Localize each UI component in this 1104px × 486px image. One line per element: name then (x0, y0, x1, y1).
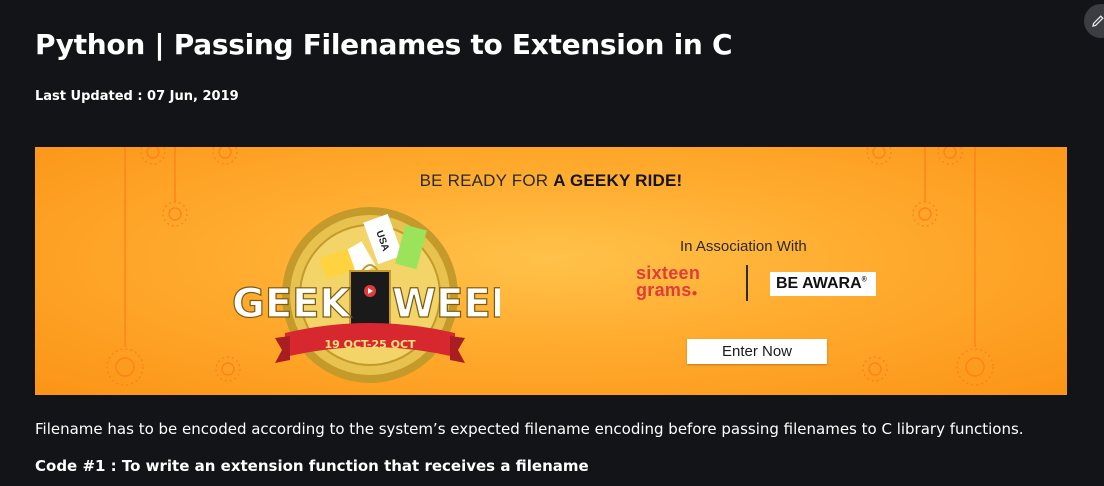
association-label: In Association With (680, 238, 807, 255)
svg-text:WEEK: WEEK (392, 281, 500, 327)
sponsor-divider (746, 265, 748, 301)
sixteen-grams-logo: sixteen grams● (636, 263, 701, 301)
article-title: Python | Passing Filenames to Extension … (35, 28, 733, 61)
pencil-icon (1092, 15, 1104, 27)
be-awara-logo: BE AWARA® (770, 272, 876, 296)
geek-week-logo: USA GEEK WEEK 19 OCT-25 OCT (231, 207, 500, 383)
geek-week-banner[interactable]: BE READY FOR A GEEKY RIDE! USA GEEK WEEK… (35, 147, 1067, 395)
svg-text:GEEK: GEEK (232, 281, 352, 327)
code-subheading: Code #1 : To write an extension function… (35, 457, 589, 475)
edit-button[interactable] (1084, 4, 1104, 38)
enter-now-button[interactable]: Enter Now (687, 339, 827, 364)
svg-text:19 OCT-25 OCT: 19 OCT-25 OCT (324, 338, 416, 351)
banner-headline: BE READY FOR A GEEKY RIDE! (419, 171, 683, 190)
article-paragraph: Filename has to be encoded according to … (35, 420, 1024, 438)
last-updated: Last Updated : 07 Jun, 2019 (35, 89, 239, 104)
